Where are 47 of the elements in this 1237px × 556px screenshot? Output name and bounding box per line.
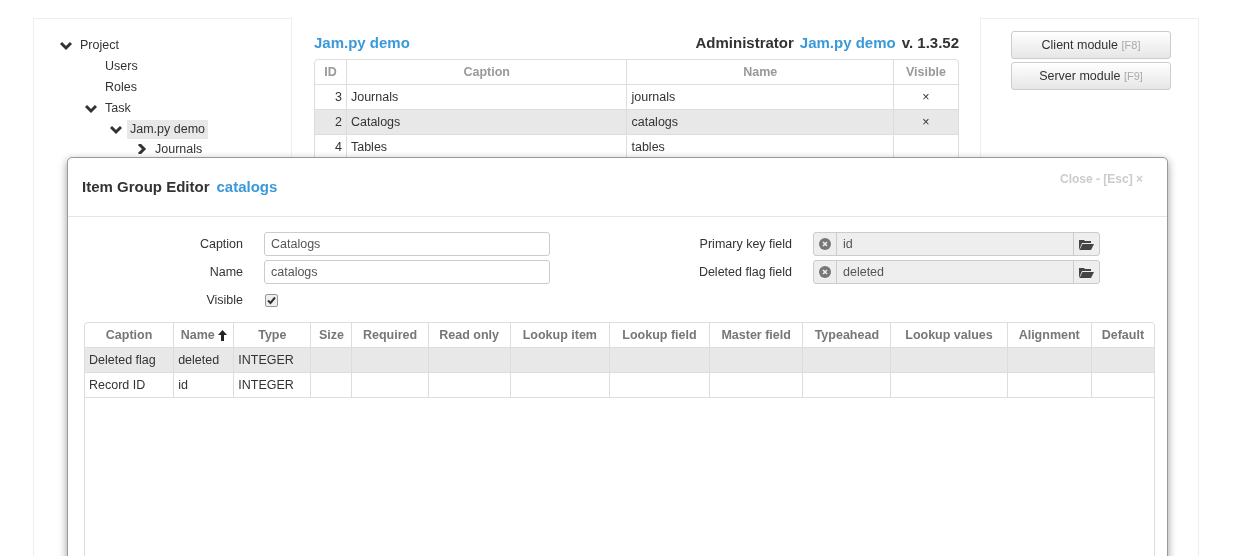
chevron-down-icon[interactable] [110,124,122,135]
table-cell: Deleted flag [85,348,175,373]
chevron-down-icon[interactable] [85,103,97,114]
tree-item[interactable]: Task [102,99,134,118]
checkbox[interactable] [265,293,278,307]
module-button[interactable]: Server module [F9] [1011,62,1171,90]
folder-icon[interactable] [1079,266,1094,278]
table-cell: Catalogs [346,110,628,135]
tree-item[interactable]: Users [102,57,141,76]
table-cell: 2 [315,110,347,135]
lookup-field[interactable]: id [813,232,1100,256]
clear-icon[interactable] [819,266,831,278]
column-header[interactable]: Name [627,60,894,85]
tree-item[interactable]: Jam.py demo [127,120,209,139]
field-label: Caption [198,237,244,251]
table-cell: INTEGER [234,348,312,373]
dialog-subject: catalogs [216,178,278,195]
tree-item[interactable]: Journals [152,139,206,159]
field-label: Primary key field [698,237,793,251]
folder-icon[interactable] [1079,238,1094,250]
tree-item[interactable]: Project [77,36,122,55]
table-cell: × [894,110,958,135]
table-cell: Record ID [85,373,175,398]
table-cell: id [174,373,235,398]
input-field[interactable]: Catalogs [264,232,550,256]
version-text: v. 1.3.52 [901,33,959,51]
column-header[interactable]: ID [315,60,347,85]
project-link[interactable]: Jam.py demo [314,33,410,51]
sort-arrow-icon [217,329,227,341]
user-name: Administrator [695,33,794,51]
table-cell: catalogs [627,110,894,135]
module-button[interactable]: Client module [F8] [1011,31,1171,59]
chevron-down-icon[interactable] [60,40,72,51]
table-cell: deleted [174,348,235,373]
chevron-right-icon[interactable] [135,144,147,154]
field-label: Deleted flag field [697,265,793,279]
app-link[interactable]: Jam.py demo [799,33,896,51]
dialog-title: Item Group Editor [82,178,210,195]
input-field[interactable]: catalogs [264,260,550,284]
lookup-field[interactable]: deleted [813,260,1100,284]
clear-icon[interactable] [819,238,831,250]
column-header[interactable]: Visible [894,60,958,85]
column-header[interactable]: Caption [346,60,628,85]
field-label: Visible [205,293,244,307]
tree-item[interactable]: Roles [102,78,140,97]
field-label: Name [208,265,244,279]
table-cell: INTEGER [234,373,312,398]
